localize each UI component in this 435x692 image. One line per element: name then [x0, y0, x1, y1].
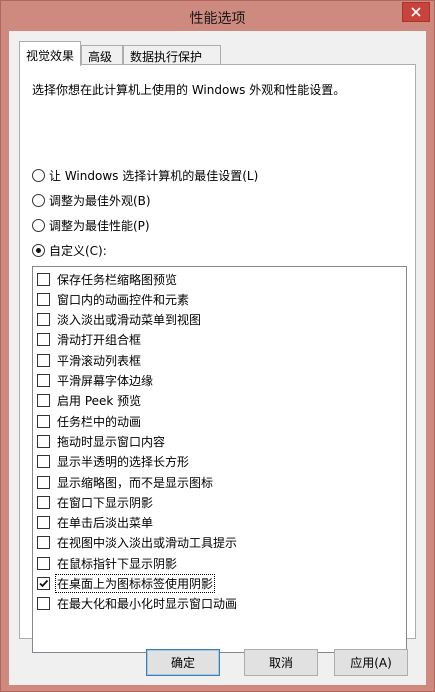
radio-indicator[interactable]: [32, 243, 45, 257]
close-button[interactable]: [402, 2, 430, 22]
radio-label: 自定义(C):: [49, 243, 107, 258]
effect-option-label: 在窗口下显示阴影: [57, 495, 154, 510]
effect-option-label: 平滑滚动列表框: [57, 353, 142, 368]
effect-option-label: 拖动时显示窗口内容: [57, 434, 166, 449]
apply-button[interactable]: 应用(A): [334, 649, 408, 676]
checkbox-checked[interactable]: [37, 577, 50, 590]
effect-option-label: 在鼠标指针下显示阴影: [57, 556, 178, 571]
cancel-button[interactable]: 取消: [244, 649, 318, 676]
visual-effects-panel: 选择你想在此计算机上使用的 Windows 外观和性能设置。 让 Windows…: [19, 64, 416, 653]
radio-indicator[interactable]: [32, 193, 45, 207]
checkbox[interactable]: [37, 272, 50, 286]
checkmark-icon: [39, 579, 49, 588]
effect-option[interactable]: 平滑滚动列表框: [37, 351, 142, 369]
effect-option[interactable]: 显示缩略图，而不是显示图标: [37, 473, 214, 491]
radio-label: 让 Windows 选择计算机的最佳设置(L): [49, 168, 259, 183]
tab-dep[interactable]: 数据执行保护: [123, 45, 221, 65]
checkbox[interactable]: [37, 313, 50, 327]
effect-option[interactable]: 在窗口下显示阴影: [37, 493, 154, 511]
effect-option[interactable]: 在单击后淡出菜单: [37, 514, 154, 532]
checkbox[interactable]: [37, 597, 50, 611]
radio-best-appearance[interactable]: 调整为最佳外观(B): [32, 191, 151, 209]
checkbox[interactable]: [37, 475, 50, 489]
checkbox[interactable]: [37, 434, 50, 448]
checkbox[interactable]: [37, 292, 50, 306]
checkbox[interactable]: [37, 556, 50, 570]
ok-button[interactable]: 确定: [146, 649, 220, 676]
radio-indicator[interactable]: [32, 218, 45, 232]
effect-option-label: 淡入淡出或滑动菜单到视图: [57, 313, 202, 328]
radio-indicator[interactable]: [32, 168, 45, 182]
tab-visual-effects[interactable]: 视觉效果: [19, 41, 81, 66]
checkbox[interactable]: [37, 374, 50, 387]
window-title: 性能选项: [189, 11, 246, 27]
effect-option[interactable]: 拖动时显示窗口内容: [37, 432, 166, 450]
close-icon: [411, 7, 421, 17]
effect-option-label: 在视图中淡入淡出或滑动工具提示: [57, 536, 238, 551]
effect-option-label: 窗口内的动画控件和元素: [57, 292, 190, 307]
checkbox[interactable]: [37, 455, 50, 469]
effect-option[interactable]: 任务栏中的动画: [37, 412, 142, 430]
effect-option[interactable]: 窗口内的动画控件和元素: [37, 290, 190, 308]
effect-option-label: 启用 Peek 预览: [57, 394, 142, 409]
effect-option[interactable]: 保存任务栏缩略图预览: [37, 270, 178, 288]
effect-option[interactable]: 在桌面上为图标标签使用阴影: [37, 574, 216, 593]
description-text: 选择你想在此计算机上使用的 Windows 外观和性能设置。: [32, 83, 346, 97]
dialog-client-area: 视觉效果 高级 数据执行保护 选择你想在此计算机上使用的 Windows 外观和…: [9, 31, 426, 685]
checkbox[interactable]: [37, 394, 50, 408]
effect-option-label: 平滑屏幕字体边缘: [57, 374, 154, 388]
effect-option[interactable]: 启用 Peek 预览: [37, 392, 142, 410]
radio-custom[interactable]: 自定义(C):: [32, 241, 107, 259]
effect-option[interactable]: 淡入淡出或滑动菜单到视图: [37, 311, 202, 329]
title-bar[interactable]: 性能选项: [1, 1, 434, 31]
tab-advanced[interactable]: 高级: [81, 45, 123, 65]
effect-option-label: 滑动打开组合框: [57, 333, 142, 348]
checkbox[interactable]: [37, 495, 50, 509]
checkbox[interactable]: [37, 516, 50, 530]
radio-label: 调整为最佳性能(P): [49, 218, 150, 233]
radio-best-performance[interactable]: 调整为最佳性能(P): [32, 216, 150, 234]
effect-option-label: 显示缩略图，而不是显示图标: [57, 475, 214, 490]
effect-option[interactable]: 滑动打开组合框: [37, 331, 142, 349]
checkbox[interactable]: [37, 333, 50, 347]
effect-option[interactable]: 在视图中淡入淡出或滑动工具提示: [37, 534, 238, 552]
effect-option-label: 显示半透明的选择长方形: [57, 455, 190, 470]
checkbox[interactable]: [37, 536, 50, 550]
radio-let-windows-choose[interactable]: 让 Windows 选择计算机的最佳设置(L): [32, 166, 258, 184]
effect-option-label: 保存任务栏缩略图预览: [57, 272, 178, 287]
radio-label: 调整为最佳外观(B): [49, 193, 151, 208]
effects-list[interactable]: 保存任务栏缩略图预览 窗口内的动画控件和元素 淡入淡出或滑动菜单到视图 滑动打开组合框…: [32, 266, 407, 653]
checkbox[interactable]: [37, 353, 50, 367]
effect-option-label: 在最大化和最小化时显示窗口动画: [57, 597, 238, 612]
effect-option-label: 任务栏中的动画: [57, 414, 142, 429]
effect-option-label: 在桌面上为图标标签使用阴影: [54, 574, 216, 593]
performance-options-window: 性能选项 视觉效果 高级 数据执行保护 选择你想在此计算机上使用的 Window…: [0, 0, 435, 692]
effect-option[interactable]: 平滑屏幕字体边缘: [37, 372, 154, 390]
effect-option[interactable]: 在鼠标指针下显示阴影: [37, 554, 178, 572]
effect-option[interactable]: 在最大化和最小化时显示窗口动画: [37, 595, 238, 613]
checkbox[interactable]: [37, 414, 50, 428]
effect-option-label: 在单击后淡出菜单: [57, 516, 154, 531]
effect-option[interactable]: 显示半透明的选择长方形: [37, 453, 190, 471]
